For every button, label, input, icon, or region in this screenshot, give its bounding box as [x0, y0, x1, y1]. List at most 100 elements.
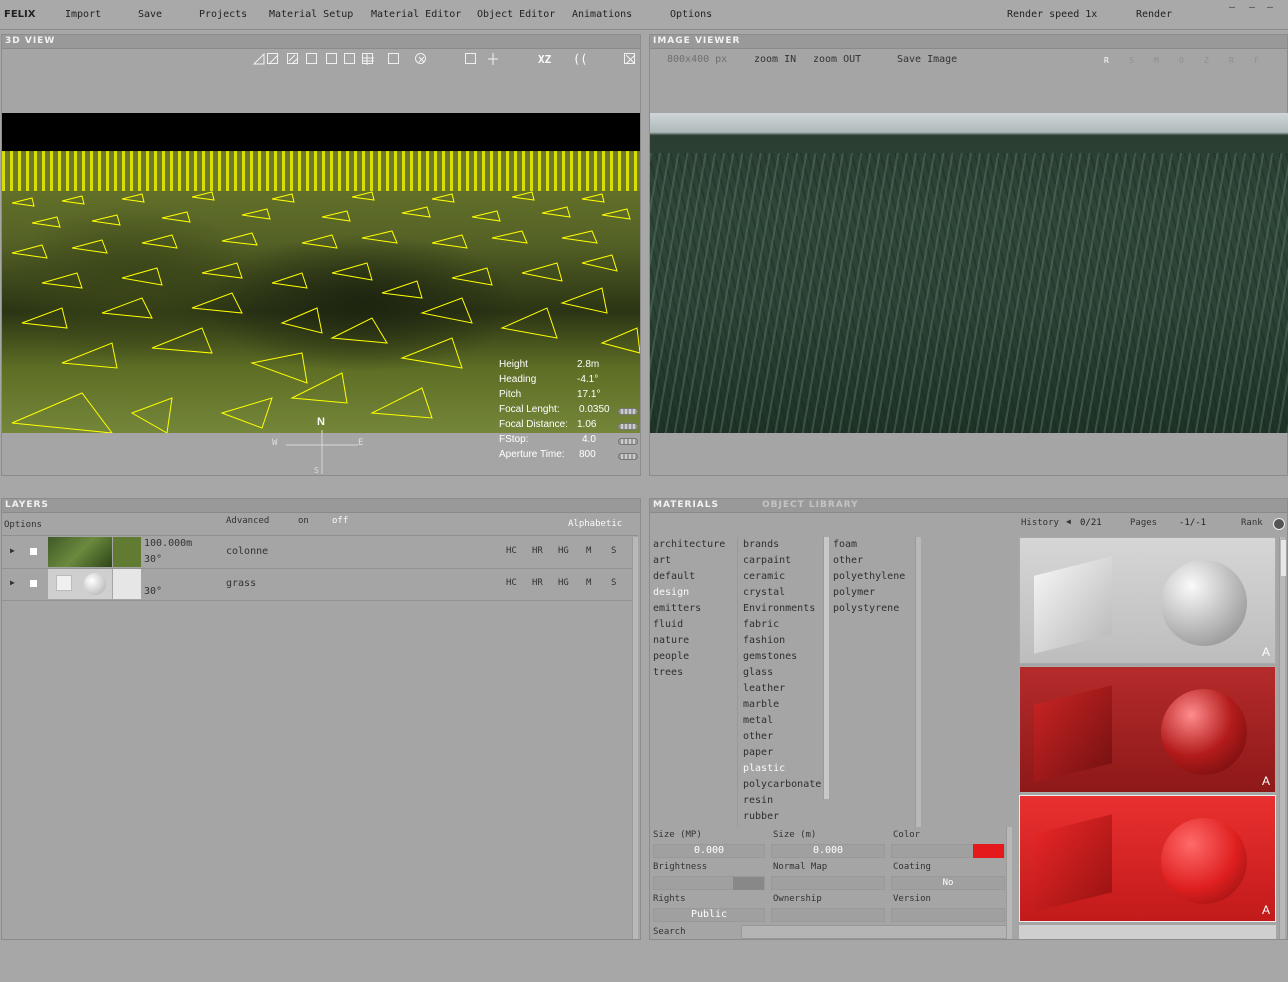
menu-import[interactable]: Import [65, 9, 101, 20]
wave-icon[interactable]: (( [573, 52, 587, 66]
channel-r2-button[interactable]: R [1229, 56, 1234, 65]
layer-name[interactable]: colonne [226, 546, 268, 557]
channel-f-button[interactable]: F [1254, 56, 1259, 65]
fstop-dial[interactable] [618, 438, 638, 445]
layers-scrollbar[interactable] [632, 537, 638, 939]
category-item[interactable]: Environments [741, 601, 827, 617]
focal-length-dial[interactable] [618, 408, 638, 415]
category-2-scrollbar[interactable] [823, 537, 829, 799]
channel-z-button[interactable]: Z [1204, 56, 1209, 65]
bucket-icon[interactable] [306, 53, 317, 64]
close-view-icon[interactable] [624, 53, 636, 65]
advanced-on-toggle[interactable]: on [298, 516, 309, 526]
category-item[interactable]: brands [741, 537, 827, 553]
flag-hr-button[interactable]: HR [532, 546, 543, 556]
category-3-scrollbar[interactable] [915, 537, 921, 827]
menu-object-editor[interactable]: Object Editor [477, 9, 555, 20]
window-icon[interactable] [388, 53, 399, 64]
flag-hc-button[interactable]: HC [506, 546, 517, 556]
category-item[interactable]: art [651, 553, 737, 569]
materials-scroll-thumb[interactable] [1281, 540, 1286, 576]
category-list-1[interactable]: architecture art default design emitters flui… [651, 537, 737, 827]
flag-hr-button[interactable]: HR [532, 578, 543, 588]
category-item[interactable]: fabric [741, 617, 827, 633]
save-image-button[interactable]: Save Image [897, 54, 957, 65]
category-item[interactable]: emitters [651, 601, 737, 617]
flag-hg-button[interactable]: HG [558, 546, 569, 556]
category-item[interactable]: fashion [741, 633, 827, 649]
category-item[interactable]: plastic [741, 761, 827, 777]
wedge-icon[interactable] [252, 52, 265, 65]
category-item[interactable]: rubber [741, 809, 827, 825]
grid-icon[interactable] [362, 53, 374, 65]
menu-projects[interactable]: Projects [199, 9, 247, 20]
pin-icon[interactable] [487, 53, 498, 65]
size-m-field[interactable]: 0.000 [771, 844, 885, 858]
layer-name[interactable]: grass [226, 578, 256, 589]
select-slash-icon[interactable] [267, 53, 279, 65]
category-item[interactable]: people [651, 649, 737, 665]
category-item[interactable]: carpaint [741, 553, 827, 569]
flag-m-button[interactable]: M [586, 546, 591, 556]
category-item[interactable]: resin [741, 793, 827, 809]
axis-plane-toggle[interactable]: XZ [538, 53, 551, 66]
zoom-out-button[interactable]: zoom OUT [813, 54, 861, 65]
aperture-dial[interactable] [618, 453, 638, 460]
visibility-checkbox[interactable] [30, 548, 37, 555]
normal-map-field[interactable] [771, 876, 885, 890]
layers-options-button[interactable]: Options [4, 520, 42, 530]
category-item[interactable]: polymer [831, 585, 917, 601]
channel-m-button[interactable]: M [1154, 56, 1159, 65]
copy-icon[interactable] [344, 53, 355, 64]
menu-animations[interactable]: Animations [572, 9, 632, 20]
color-swatch[interactable] [973, 844, 1004, 858]
expand-arrow-icon[interactable]: ▶ [10, 578, 15, 587]
ownership-field[interactable] [771, 908, 885, 922]
select-double-slash-icon[interactable] [287, 53, 299, 65]
viewport-3d[interactable] [2, 113, 640, 433]
category-item[interactable]: design [651, 585, 737, 601]
layer-color-swatch[interactable] [113, 569, 141, 599]
category-item[interactable]: trees [651, 665, 737, 681]
category-item[interactable]: other [741, 729, 827, 745]
focal-distance-dial[interactable] [618, 423, 638, 430]
category-list-3[interactable]: foam other polyethylene polymer polystyrene [831, 537, 917, 827]
render-speed-button[interactable]: Render speed 1x [1007, 9, 1097, 20]
compass[interactable]: N W E S [270, 416, 370, 476]
category-item[interactable]: ceramic [741, 569, 827, 585]
render-button[interactable]: Render [1136, 9, 1172, 20]
flag-hc-button[interactable]: HC [506, 578, 517, 588]
category-item[interactable]: foam [831, 537, 917, 553]
menu-save[interactable]: Save [138, 9, 162, 20]
visibility-checkbox[interactable] [30, 580, 37, 587]
material-thumbnail[interactable]: A [1019, 666, 1276, 793]
material-thumbnail[interactable]: A [1019, 795, 1276, 922]
material-thumbnail-partial[interactable] [1019, 925, 1276, 939]
tab-materials[interactable]: MATERIALS [653, 500, 719, 510]
menu-options[interactable]: Options [670, 9, 712, 20]
category-item[interactable]: architecture [651, 537, 737, 553]
category-item[interactable]: gemstones [741, 649, 827, 665]
flag-hg-button[interactable]: HG [558, 578, 569, 588]
category-item[interactable]: nature [651, 633, 737, 649]
version-field[interactable] [891, 908, 1005, 922]
tab-object-library[interactable]: OBJECT LIBRARY [762, 500, 859, 510]
layer-row[interactable]: ▶ 30° grass HC HR HG M S [2, 569, 638, 601]
coating-field[interactable]: No [891, 876, 1005, 890]
rank-icon[interactable] [1273, 518, 1285, 530]
search-input[interactable] [741, 925, 1009, 939]
close-icon[interactable]: — [1267, 2, 1279, 13]
rights-field[interactable]: Public [653, 908, 765, 922]
add-box-icon[interactable] [465, 53, 476, 64]
alphabetic-sort-button[interactable]: Alphabetic [568, 519, 622, 529]
category-item[interactable]: crystal [741, 585, 827, 601]
rendered-image[interactable] [650, 113, 1288, 433]
category-item[interactable]: polycarbonate [741, 777, 827, 793]
frame-icon[interactable] [326, 53, 337, 64]
category-item[interactable]: paper [741, 745, 827, 761]
channel-r-button[interactable]: R [1104, 56, 1109, 65]
expand-arrow-icon[interactable]: ▶ [10, 546, 15, 555]
cancel-circle-icon[interactable] [415, 53, 426, 64]
category-item[interactable]: fluid [651, 617, 737, 633]
flag-m-button[interactable]: M [586, 578, 591, 588]
